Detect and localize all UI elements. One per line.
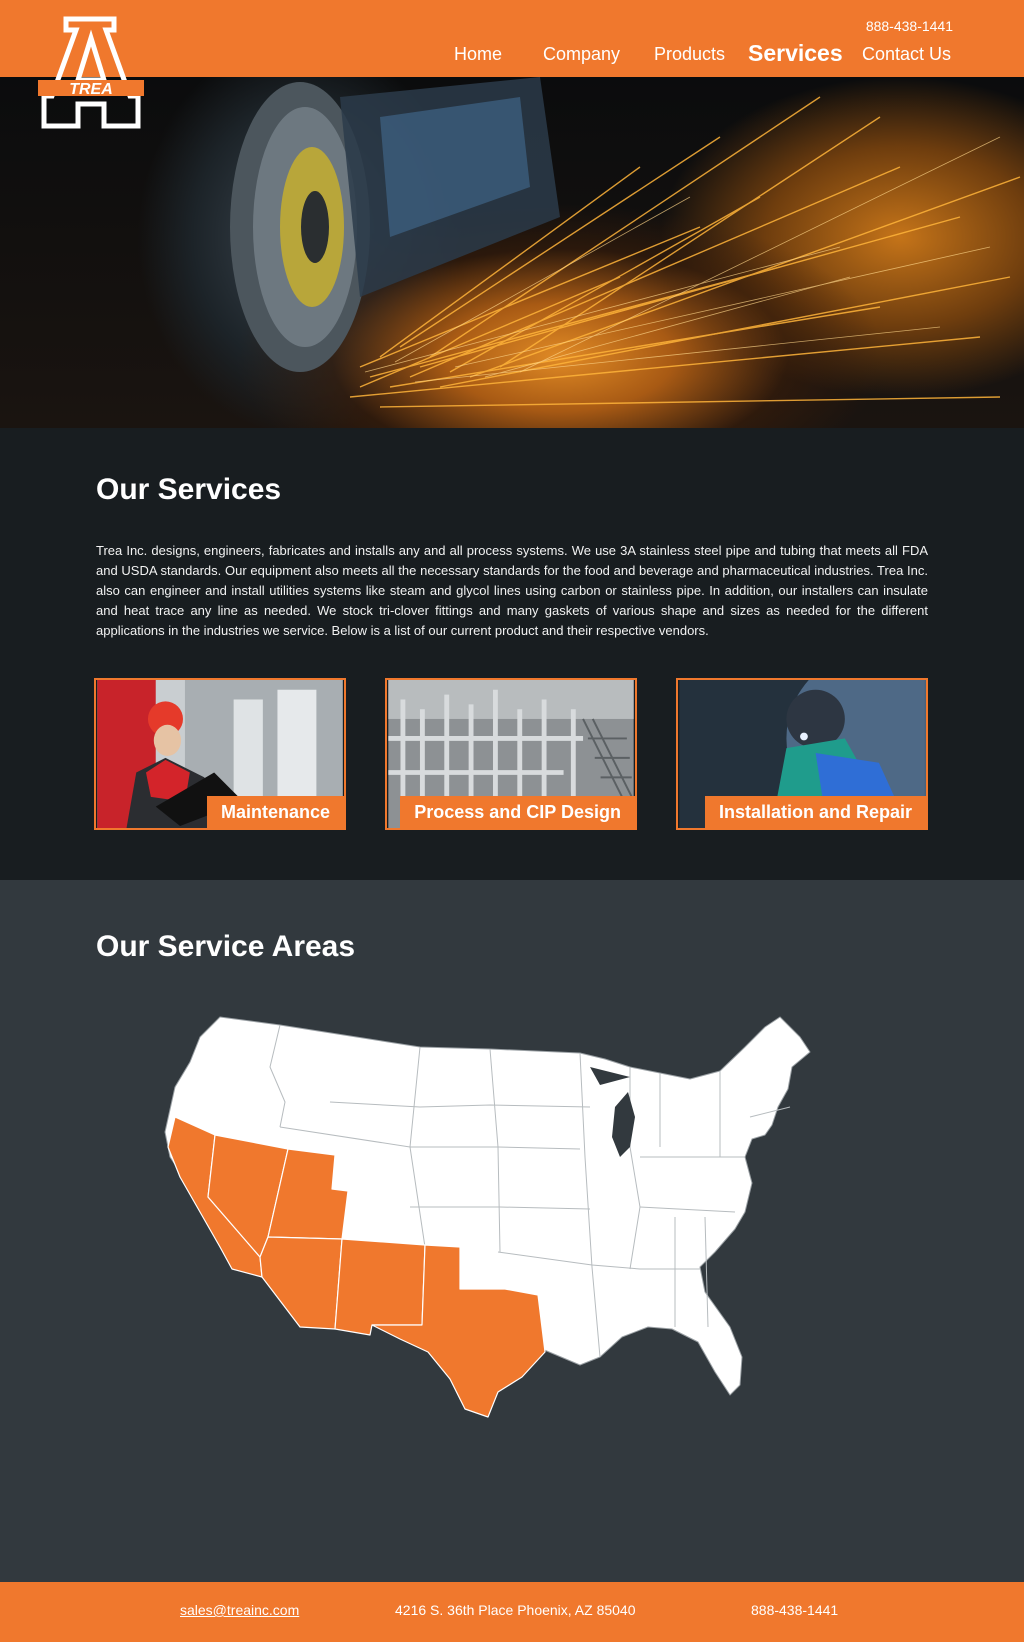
service-areas-section: Our Service Areas (0, 880, 1024, 1582)
card-installation-repair[interactable]: Installation and Repair (676, 678, 928, 830)
site-footer: sales@treainc.com 4216 S. 36th Place Pho… (0, 1582, 1024, 1642)
service-areas-title: Our Service Areas (96, 930, 356, 963)
footer-address: 4216 S. 36th Place Phoenix, AZ 85040 (395, 1602, 636, 1618)
footer-phone[interactable]: 888-438-1441 (751, 1602, 838, 1618)
header-phone[interactable]: 888-438-1441 (866, 18, 953, 34)
footer-email-link[interactable]: sales@treainc.com (180, 1602, 299, 1618)
trea-logo[interactable]: TREA (30, 14, 152, 132)
card-installation-repair-label: Installation and Repair (704, 796, 926, 828)
nav-services[interactable]: Services (748, 40, 843, 67)
services-title: Our Services (96, 473, 282, 506)
services-section: Our Services Trea Inc. designs, engineer… (0, 428, 1024, 880)
state-arizona (259, 1236, 343, 1330)
site-header: 888-438-1441 Home Company Products Servi… (0, 0, 1024, 77)
card-process-cip-design-label: Process and CIP Design (400, 796, 635, 828)
services-intro: Trea Inc. designs, engineers, fabricates… (96, 543, 928, 638)
card-maintenance[interactable]: Maintenance (94, 678, 346, 830)
nav-company[interactable]: Company (543, 44, 620, 65)
main-nav: Home Company Products Services Contact U… (0, 40, 1024, 70)
svg-text:TREA: TREA (69, 81, 113, 98)
us-service-area-map (164, 1016, 811, 1418)
nav-contact-us[interactable]: Contact Us (862, 44, 951, 65)
card-process-cip-design[interactable]: Process and CIP Design (385, 678, 637, 830)
hero-image (0, 77, 1024, 428)
state-new-mexico (334, 1238, 426, 1336)
nav-products[interactable]: Products (654, 44, 725, 65)
card-maintenance-label: Maintenance (206, 796, 344, 828)
nav-home[interactable]: Home (454, 44, 502, 65)
